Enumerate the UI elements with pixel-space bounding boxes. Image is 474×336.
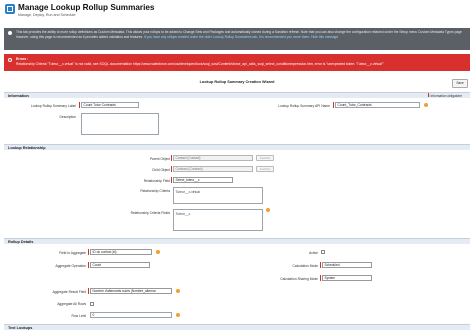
row-limit-label: Row Limit xyxy=(71,314,86,318)
page-title: Manage Lookup Rollup Summaries xyxy=(18,3,155,12)
error-icon xyxy=(8,58,12,62)
required-marker xyxy=(320,262,322,268)
section-information: Information = Information obligatoire xyxy=(4,92,470,98)
calculation-mode-label: Calculation Mode xyxy=(292,264,318,268)
required-marker xyxy=(88,249,90,255)
label-input[interactable]: Count Tutor Contracts xyxy=(81,102,139,108)
section-lookup-relationship: Lookup Relationship xyxy=(4,144,470,150)
hide-message-link[interactable]: Hide this message xyxy=(311,35,338,39)
aggregate-operation-label: Aggregate Operation xyxy=(55,264,86,268)
api-name-input[interactable]: Count_Tutor_Contracts xyxy=(335,102,420,108)
app-logo-icon xyxy=(5,4,15,14)
child-object-select[interactable]: Contract (Contract) xyxy=(173,166,253,172)
description-field-label: Description xyxy=(59,115,77,119)
section-text-lookups: Text Lookups xyxy=(4,324,470,330)
parent-object-label: Parent Object xyxy=(149,157,170,161)
error-message: Errors : Relationship Criteria "Tuteur__… xyxy=(4,54,470,71)
aggregate-all-rows-checkbox[interactable] xyxy=(90,302,94,306)
relationship-criteria-fields-textarea[interactable]: Tuteur__c xyxy=(173,209,263,231)
section-lookup-title: Lookup Relationship xyxy=(8,146,46,150)
relationship-field-label: Relationship Field xyxy=(143,179,170,183)
section-rollup-details: Rollup Details xyxy=(4,238,470,244)
child-confirm-button[interactable]: Confirm xyxy=(256,166,274,172)
parent-confirm-button[interactable]: Confirm xyxy=(256,155,274,161)
relationship-criteria-label: Relationship Criteria xyxy=(140,189,170,193)
aggregate-operation-select[interactable]: Count xyxy=(90,262,150,268)
aggregate-result-field-select[interactable]: Nombre d'alternants suivis (Nombre_alter… xyxy=(90,288,172,294)
aggregate-result-field-label: Aggregate Result Field xyxy=(52,290,86,294)
required-marker xyxy=(320,275,322,281)
section-information-title: Information xyxy=(8,94,29,98)
active-label: Active xyxy=(309,251,318,255)
help-icon[interactable] xyxy=(176,289,180,293)
error-text: Relationship Criteria "Tuteur__c.vrtual"… xyxy=(16,61,384,66)
aggregate-all-rows-label: Aggregate All Rows xyxy=(57,302,86,306)
info-message: This tab provides the ability to more ro… xyxy=(4,28,470,50)
required-marker xyxy=(88,288,90,294)
page-subtitle: Manage, Deploy, Run and Schedule xyxy=(18,13,76,17)
child-object-label: Child Object xyxy=(152,168,170,172)
required-marker xyxy=(171,177,173,183)
field-to-aggregate-label: Field to Aggregate xyxy=(59,251,86,255)
help-icon[interactable] xyxy=(266,208,270,212)
section-text-lookups-title: Text Lookups xyxy=(8,326,33,330)
label-field-label: Lookup Rollup Summary Label xyxy=(30,104,76,108)
row-limit-input[interactable]: 0 xyxy=(90,312,172,318)
required-marker xyxy=(171,166,173,172)
calculation-sharing-mode-select[interactable]: System xyxy=(322,275,372,281)
calculation-mode-select[interactable]: Scheduled xyxy=(322,262,372,268)
required-marker xyxy=(79,102,81,108)
help-icon[interactable] xyxy=(424,103,428,107)
field-to-aggregate-select[interactable]: ID du contrat (Id) xyxy=(90,249,152,255)
api-name-field-label: Lookup Rollup Summary API Name xyxy=(278,104,330,108)
description-textarea[interactable] xyxy=(81,113,159,135)
save-button[interactable]: Save xyxy=(452,79,468,88)
parent-object-select[interactable]: Contact (Contact) xyxy=(173,155,253,161)
relationship-criteria-fields-label: Relationship Criteria Fields xyxy=(130,211,170,215)
relationship-field-select[interactable]: Select_tuteur__c xyxy=(173,177,233,183)
required-marker xyxy=(171,155,173,161)
relationship-criteria-textarea[interactable]: Tuteur__c.virtual xyxy=(173,187,263,204)
required-marker xyxy=(88,262,90,268)
migrate-rollups-link[interactable]: If you have any rollups created under th… xyxy=(144,35,310,39)
section-rollup-title: Rollup Details xyxy=(8,240,34,244)
help-icon[interactable] xyxy=(176,313,180,317)
required-marker xyxy=(333,102,335,108)
error-title: Errors : xyxy=(16,57,29,61)
required-info-legend: = Information obligatoire xyxy=(427,94,462,98)
info-icon xyxy=(8,31,12,35)
calculation-sharing-mode-label: Calculation Sharing Mode xyxy=(280,277,318,281)
active-checkbox[interactable] xyxy=(321,250,325,254)
required-marker-legend xyxy=(428,93,430,97)
wizard-title: Lookup Rollup Summary Creation Wizard xyxy=(199,80,275,84)
help-icon[interactable] xyxy=(156,250,160,254)
